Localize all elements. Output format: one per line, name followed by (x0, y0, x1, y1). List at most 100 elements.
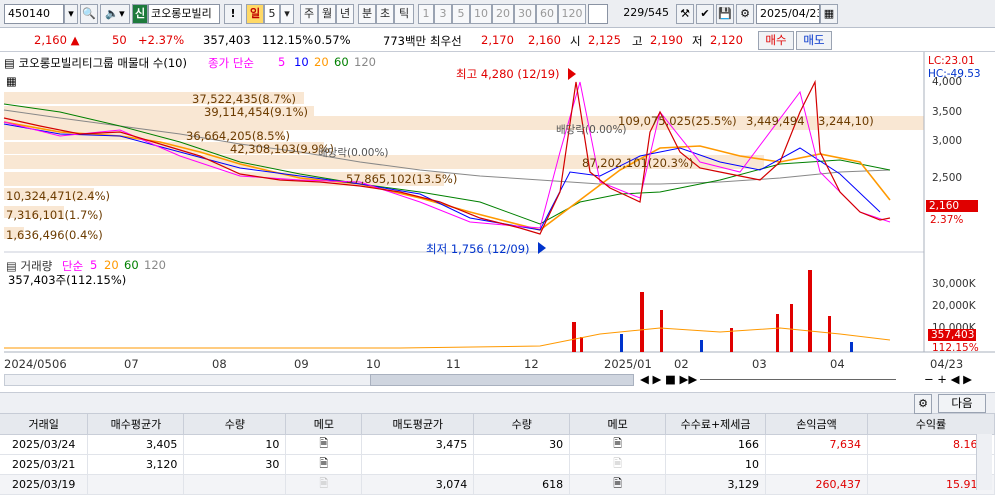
vol-ma-120-label: 120 (144, 258, 166, 272)
quote-bar: 2,160 ▲ 50 +2.37% 357,403 112.15% 0.57% … (0, 28, 995, 52)
memo-icon[interactable]: 🗎 (569, 454, 667, 475)
credit-tag: 신 (132, 4, 148, 24)
period-year-button[interactable]: 년 (336, 4, 354, 24)
calendar-icon[interactable]: ▦ (820, 4, 838, 24)
vol-profile-label: 87,202,101(20.3%) (582, 156, 694, 170)
buy-qty: 10 (183, 434, 287, 455)
date-tick: 12 (524, 357, 539, 371)
volume-bars-down (620, 334, 853, 352)
fee-tax: 10 (665, 454, 767, 475)
min-1-button[interactable]: 1 (418, 4, 434, 24)
ex-rights-label: 배당락(0.00%) (556, 124, 627, 136)
ma-20-label: 20 (314, 55, 329, 69)
period-tick-button[interactable]: 틱 (394, 4, 414, 24)
table-row[interactable]: 2025/03/24 3,405 10 🗎 3,475 30 🗎 166 7,6… (0, 434, 995, 455)
period-week-button[interactable]: 주 (300, 4, 318, 24)
min-10-button[interactable]: 10 (470, 4, 492, 24)
gear-icon[interactable]: ⚙ (736, 4, 754, 24)
high-note: 최고 4,280 (12/19) (456, 67, 560, 81)
play-controls[interactable]: ◀ ▶ ■ ▶▶ (640, 372, 697, 386)
trade-date: 2025/03/24 (0, 434, 89, 455)
trade-date: 2025/03/21 (0, 454, 89, 475)
trade-panel: ⚙ 다음 거래일 매수평균가 수량 메모 매도평균가 수량 메모 수수료+제세금… (0, 392, 995, 495)
price-tick: 3,500 (932, 106, 963, 118)
sell-avg: 3,074 (361, 474, 475, 495)
vol-profile-label: 1,636,496(0.4%) (6, 228, 103, 242)
date-tick: 11 (446, 357, 461, 371)
search-icon[interactable]: 🔍 (80, 4, 98, 24)
chart-icon[interactable]: ✔ (696, 4, 714, 24)
best-ask: 2,170 (481, 33, 514, 47)
table-row[interactable]: 2025/03/19 🗎 3,074 618 🗎 3,129 260,437 1… (0, 474, 995, 495)
min-60-button[interactable]: 60 (536, 4, 558, 24)
period-month-button[interactable]: 월 (318, 4, 336, 24)
min-5-button[interactable]: 5 (452, 4, 470, 24)
tool-icon[interactable]: ⚒ (676, 4, 694, 24)
open-label: 시 (570, 34, 581, 48)
turnover-rate: 0.57% (314, 33, 351, 47)
price-chart-panel[interactable]: ▤ 코오롱모빌리티그룹 매물대 수(10) 종가 단순 5 10 20 60 1… (0, 52, 995, 388)
sell-button[interactable]: 매도 (796, 31, 832, 50)
low-price: 2,120 (710, 33, 743, 47)
change-pct: +2.37% (138, 33, 185, 47)
date-tick: 07 (124, 357, 139, 371)
sound-icon[interactable]: 🔈▾ (100, 4, 130, 24)
trade-table: 거래일 매수평균가 수량 메모 매도평균가 수량 메모 수수료+제세금 손익금액… (0, 414, 995, 495)
scrollbar-thumb[interactable] (370, 374, 634, 386)
price-tick: 2,500 (932, 172, 963, 184)
current-price: 2,160 ▲ (34, 33, 80, 47)
memo-icon[interactable]: 🗎 (285, 454, 363, 475)
best-quote-label: 최우선 (430, 34, 462, 48)
table-row[interactable]: 2025/03/21 3,120 30 🗎 🗎 10 (0, 454, 995, 475)
min-30-button[interactable]: 30 (514, 4, 536, 24)
period-minute-button[interactable]: 분 (358, 4, 376, 24)
save-icon[interactable]: 💾 (716, 4, 734, 24)
zoom-slider[interactable] (700, 379, 896, 380)
stock-name-field[interactable]: 코오롱모빌리 (148, 4, 220, 24)
pnl-amount: 7,634 (765, 434, 868, 455)
period-day-button[interactable]: 일 (246, 4, 264, 24)
vol-profile-label: 3,449,494 (746, 114, 805, 128)
sell-qty: 30 (473, 434, 571, 455)
min-3-button[interactable]: 3 (434, 4, 452, 24)
table-scrollbar[interactable] (976, 434, 992, 490)
volume-current-tag: 357,403 (928, 329, 976, 341)
stock-code-input[interactable]: 450140 (4, 4, 64, 24)
zoom-buttons[interactable]: − + ◀ ▶ (924, 372, 972, 386)
date-tick: 03 (752, 357, 767, 371)
period-num-field[interactable]: 5 (264, 4, 280, 24)
chart-canvas (3, 52, 995, 353)
code-dropdown-icon[interactable]: ▾ (64, 4, 78, 24)
price-tick: 4,000 (932, 76, 963, 88)
trade-date: 2025/03/19 (0, 474, 89, 495)
open-price: 2,125 (588, 33, 621, 47)
memo-icon[interactable]: 🗎 (569, 474, 667, 495)
low-note: 최저 1,756 (12/09) (426, 242, 530, 256)
memo-icon[interactable]: 🗎 (569, 434, 667, 455)
low-label: 저 (692, 34, 703, 48)
ma-5-label: 5 (278, 55, 286, 69)
vol-ma-5-label: 5 (90, 258, 98, 272)
exclam-button[interactable]: ! (224, 4, 242, 24)
ex-rights-label: 배당락(0.00%) (318, 147, 389, 159)
memo-icon[interactable]: 🗎 (285, 434, 363, 455)
min-20-button[interactable]: 20 (492, 4, 514, 24)
buy-button[interactable]: 매수 (758, 31, 794, 50)
period-num-dropdown[interactable]: ▾ (280, 4, 294, 24)
min-120-button[interactable]: 120 (558, 4, 586, 24)
date-tick: 04 (830, 357, 845, 371)
date-field[interactable]: 2025/04/23 (756, 4, 820, 24)
next-button[interactable]: 다음 (938, 394, 986, 413)
table-icon[interactable]: ▦ (6, 74, 17, 88)
memo-icon[interactable]: 🗎 (285, 474, 363, 495)
vol-profile-label: 57,865,102(13.5%) (346, 172, 458, 186)
period-second-button[interactable]: 초 (376, 4, 394, 24)
trade-amount: 773백만 (383, 34, 427, 48)
settings-icon[interactable]: ⚙ (914, 394, 932, 414)
vol-profile-label: 39,114,454(9.1%) (204, 105, 309, 119)
ma-60-label: 60 (334, 55, 349, 69)
high-marker-icon (568, 68, 576, 80)
fee-tax: 166 (665, 434, 767, 455)
period-blank-field[interactable] (588, 4, 608, 24)
vol-profile-label: 10,324,471(2.4%) (6, 189, 111, 203)
